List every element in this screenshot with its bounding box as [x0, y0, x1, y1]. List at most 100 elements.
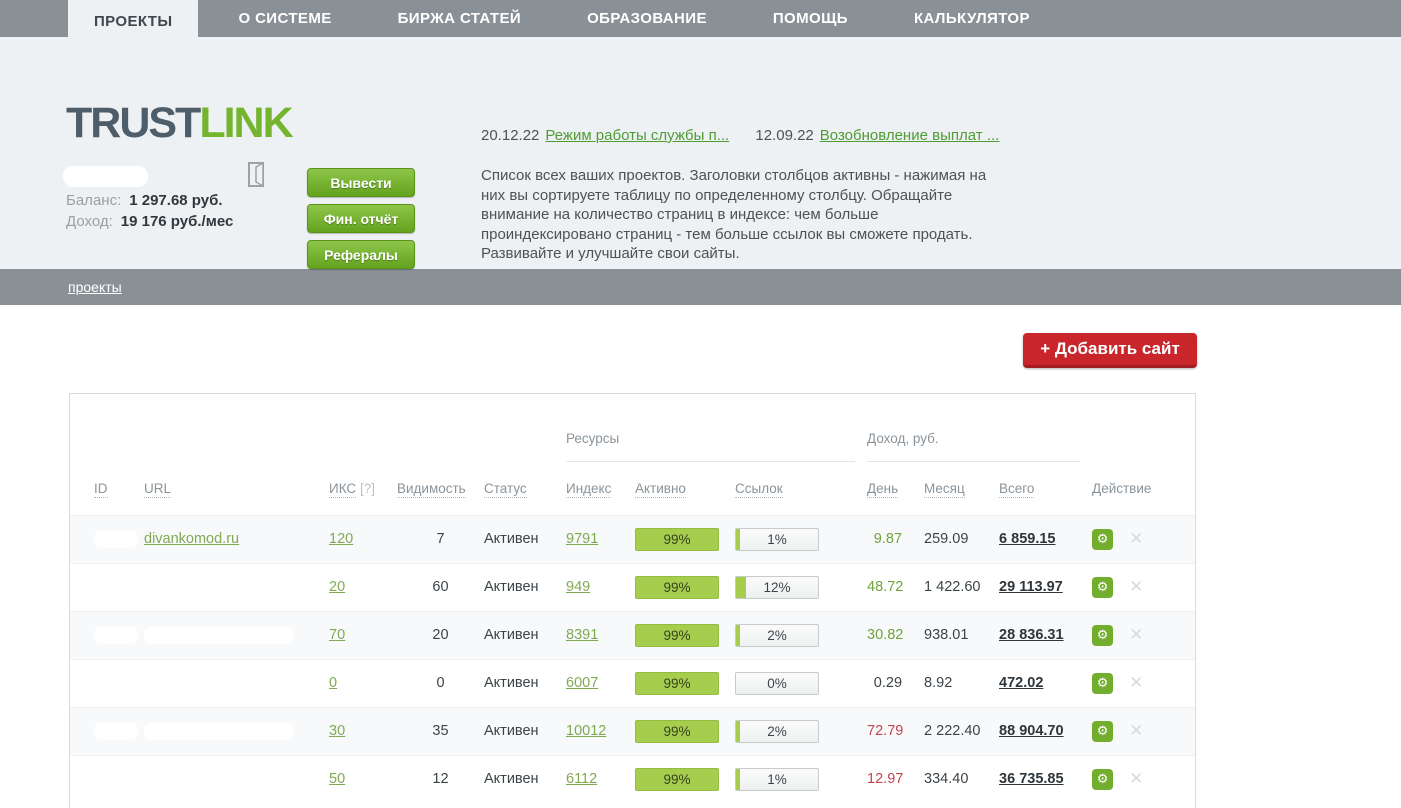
project-row: divankomod.ru 120 7 Активен 9791 99% 1% … [70, 515, 1195, 563]
total-cell: 88 904.70 [999, 707, 1092, 755]
total-value-link[interactable]: 28 836.31 [999, 627, 1064, 643]
active-percent-badge: 99% [635, 767, 719, 791]
site-url-link[interactable]: divankomod.ru [144, 531, 239, 547]
news-line: 20.12.22 Режим работы службы п... 12.09.2… [481, 127, 999, 144]
action-cell: ⚙ ✕ [1092, 707, 1195, 755]
nav-tab-2[interactable]: БИРЖА СТАТЕЙ [372, 0, 547, 37]
index-cell: 9791 [566, 515, 635, 563]
day-cell: 12.97 [867, 755, 924, 803]
logout-door-icon[interactable] [246, 161, 268, 193]
links-percent-label: 1% [767, 771, 787, 787]
col-status[interactable]: Статус [484, 480, 527, 498]
month-cell: 8.92 [924, 675, 953, 691]
settings-gear-button[interactable]: ⚙ [1092, 672, 1114, 694]
links-progress-bar: 2% [735, 623, 819, 647]
delete-x-icon[interactable]: ✕ [1129, 721, 1143, 741]
iks-value-link[interactable]: 20 [329, 579, 345, 595]
total-value-link[interactable]: 472.02 [999, 675, 1043, 691]
nav-tab-1[interactable]: О СИСТЕМЕ [212, 0, 357, 37]
iks-value-link[interactable]: 120 [329, 531, 353, 547]
total-value-link[interactable]: 6 859.15 [999, 531, 1055, 547]
iks-value-link[interactable]: 0 [329, 675, 337, 691]
iks-cell: 30 [329, 707, 397, 755]
links-percent-label: 0% [767, 675, 787, 691]
index-value-link[interactable]: 10012 [566, 723, 606, 739]
delete-x-icon[interactable]: ✕ [1129, 769, 1143, 789]
day-value: 72.79 [867, 723, 904, 739]
id-cell [70, 755, 144, 803]
balance-label: Баланс: [66, 192, 122, 209]
project-row: 50 12 Активен 6112 99% 1% 12.97 334.40 3… [70, 755, 1195, 803]
settings-gear-button[interactable]: ⚙ [1092, 768, 1114, 790]
delete-x-icon[interactable]: ✕ [1129, 577, 1143, 597]
visibility-cell: 0 [436, 675, 445, 691]
action-cell: ⚙ ✕ [1092, 755, 1195, 803]
news-link-2[interactable]: Возобновление выплат ... [820, 127, 1000, 144]
total-cell: 6 859.15 [999, 515, 1092, 563]
nav-tab-5[interactable]: КАЛЬКУЛЯТОР [888, 0, 1056, 37]
top-navigation: ПРОЕКТЫ О СИСТЕМЕ БИРЖА СТАТЕЙ ОБРАЗОВАНИЕ П… [0, 0, 1401, 43]
trustlink-logo[interactable]: TRUSTLINK [66, 99, 294, 148]
links-cell: 0% [735, 659, 867, 707]
delete-x-icon[interactable]: ✕ [1129, 673, 1143, 693]
balance-row: Баланс: 1 297.68 руб. [66, 192, 223, 209]
col-total[interactable]: Всего [999, 480, 1035, 498]
index-value-link[interactable]: 6007 [566, 675, 598, 691]
iks-cell: 70 [329, 611, 397, 659]
col-url[interactable]: URL [144, 480, 172, 498]
status-cell: Активен [484, 579, 539, 595]
status-cell: Активен [484, 531, 539, 547]
projects-table-container: Ресурсы Доход, руб. ID URL ИКС [?] Видим… [69, 393, 1196, 808]
nav-tab-3[interactable]: ОБРАЗОВАНИЕ [561, 0, 733, 37]
month-cell: 1 422.60 [924, 579, 981, 595]
url-cell [144, 707, 329, 755]
settings-gear-button[interactable]: ⚙ [1092, 720, 1114, 742]
iks-value-link[interactable]: 30 [329, 723, 345, 739]
project-row: 70 20 Активен 8391 99% 2% 30.82 938.01 2… [70, 611, 1195, 659]
day-value: 12.97 [867, 771, 904, 788]
active-cell: 99% [635, 755, 735, 803]
index-cell: 8391 [566, 611, 635, 659]
col-iks[interactable]: ИКС [329, 480, 357, 498]
iks-value-link[interactable]: 70 [329, 627, 345, 643]
delete-x-icon[interactable]: ✕ [1129, 625, 1143, 645]
index-value-link[interactable]: 949 [566, 579, 590, 595]
index-value-link[interactable]: 8391 [566, 627, 598, 643]
id-cell [70, 515, 144, 563]
fin-report-button[interactable]: Фин. отчёт [307, 204, 415, 233]
total-value-link[interactable]: 36 735.85 [999, 771, 1064, 787]
projects-table: Ресурсы Доход, руб. ID URL ИКС [?] Видим… [70, 394, 1195, 803]
nav-tab-0[interactable]: ПРОЕКТЫ [68, 0, 199, 43]
month-cell: 334.40 [924, 771, 969, 788]
news-link-1[interactable]: Режим работы службы п... [545, 127, 729, 144]
total-value-link[interactable]: 29 113.97 [999, 579, 1063, 595]
nav-tab-4[interactable]: ПОМОЩЬ [747, 0, 874, 37]
settings-gear-button[interactable]: ⚙ [1092, 528, 1114, 550]
delete-x-icon[interactable]: ✕ [1129, 529, 1143, 549]
col-links[interactable]: Ссылок [735, 480, 783, 498]
day-value: 30.82 [867, 627, 904, 643]
col-visibility[interactable]: Видимость [397, 480, 466, 498]
active-cell: 99% [635, 659, 735, 707]
col-month[interactable]: Месяц [924, 480, 965, 498]
total-cell: 29 113.97 [999, 563, 1092, 611]
total-value-link[interactable]: 88 904.70 [999, 723, 1064, 739]
col-day[interactable]: День [867, 480, 899, 498]
col-id[interactable]: ID [94, 480, 108, 498]
iks-value-link[interactable]: 50 [329, 771, 345, 787]
settings-gear-button[interactable]: ⚙ [1092, 624, 1114, 646]
withdraw-button[interactable]: Вывести [307, 168, 415, 197]
iks-help-icon[interactable]: [?] [360, 481, 375, 496]
breadcrumb-projects-link[interactable]: проекты [68, 279, 122, 295]
gear-icon: ⚙ [1096, 723, 1109, 739]
add-site-button[interactable]: + Добавить сайт [1023, 333, 1197, 368]
month-cell: 259.09 [924, 531, 969, 547]
index-value-link[interactable]: 6112 [566, 771, 597, 787]
settings-gear-button[interactable]: ⚙ [1092, 576, 1114, 598]
status-cell: Активен [484, 771, 539, 788]
links-percent-label: 1% [767, 531, 787, 547]
col-active[interactable]: Активно [635, 480, 686, 498]
col-index[interactable]: Индекс [566, 480, 612, 498]
referrals-button[interactable]: Рефералы [307, 240, 415, 269]
index-value-link[interactable]: 9791 [566, 531, 598, 547]
